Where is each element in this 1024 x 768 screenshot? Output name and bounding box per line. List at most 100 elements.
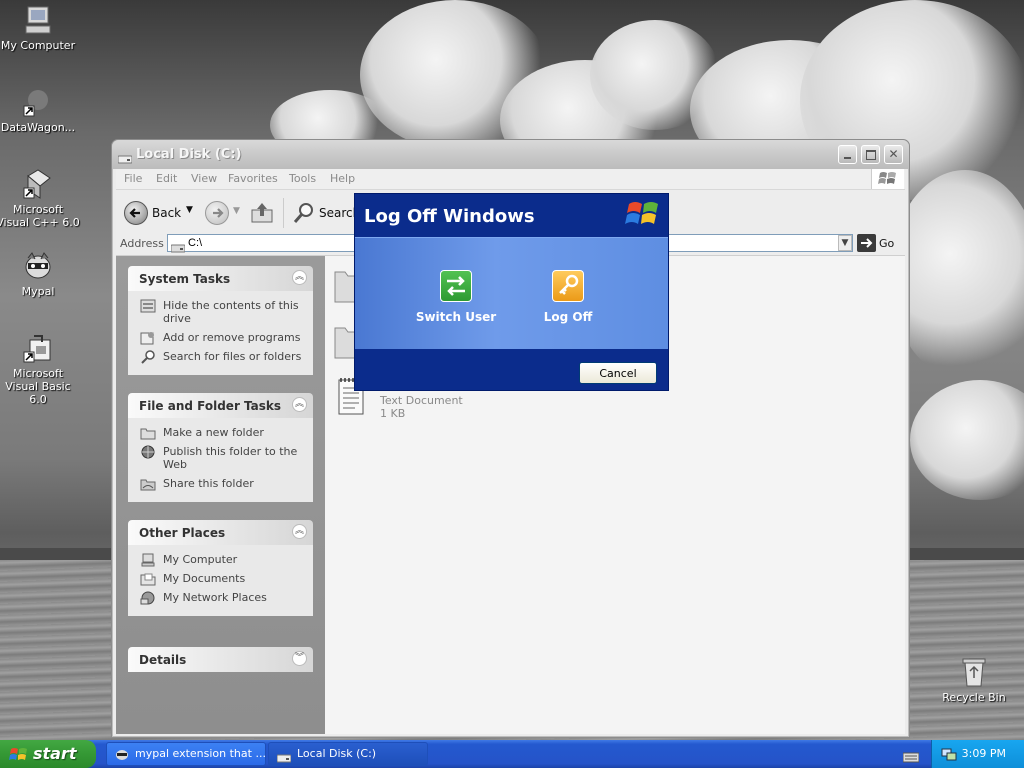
menu-tools[interactable]: Tools [289, 172, 316, 185]
details-header[interactable]: Details ︾ [128, 647, 313, 672]
other-places-header[interactable]: Other Places ︽ [128, 520, 313, 545]
task-label: Publish this folder to the Web [163, 445, 298, 471]
desktop-icon-visual-basic[interactable]: Microsoft Visual Basic 6.0 [0, 332, 80, 406]
chevron-up-icon[interactable]: ︽ [292, 397, 307, 412]
desktop-icon-visual-cpp[interactable]: Microsoft Visual C++ 6.0 [0, 168, 80, 229]
desktop-icon-my-computer[interactable]: My Computer [0, 4, 80, 52]
address-label: Address [120, 237, 164, 250]
file-folder-tasks-header[interactable]: File and Folder Tasks ︽ [128, 393, 313, 418]
new-folder-icon [140, 426, 156, 440]
forward-button[interactable] [205, 201, 229, 225]
explorer-title-bar[interactable]: Local Disk (C:) ✕ [112, 140, 909, 169]
task-label: Share this folder [163, 477, 254, 490]
cancel-button[interactable]: Cancel [579, 362, 657, 384]
desktop-icon-label: Recycle Bin [942, 691, 1006, 704]
mypal-icon [115, 747, 129, 761]
my-computer-icon [140, 553, 156, 567]
search-icon [140, 350, 156, 364]
go-button[interactable]: Go [879, 237, 894, 250]
menu-help[interactable]: Help [330, 172, 355, 185]
search-button[interactable]: Search [290, 199, 360, 229]
recycle-bin-icon [958, 656, 990, 688]
place-label: My Computer [163, 553, 238, 566]
task-make-new-folder[interactable]: Make a new folder [128, 426, 313, 440]
place-label: My Network Places [163, 591, 267, 604]
my-computer-icon [22, 4, 54, 36]
back-button[interactable]: Back ▼ [124, 200, 193, 226]
minimize-icon [844, 157, 851, 159]
desktop-icon-label: Microsoft Visual Basic 6.0 [5, 367, 71, 406]
back-arrow-icon [124, 201, 148, 225]
menu-bar: File Edit View Favorites Tools Help [116, 169, 905, 190]
switch-user-button[interactable]: Switch User [411, 270, 501, 324]
menu-edit[interactable]: Edit [156, 172, 177, 185]
up-folder-icon [251, 203, 273, 223]
desktop-icon-mypal[interactable]: Mypal [0, 250, 80, 298]
up-folder-button[interactable] [250, 200, 274, 224]
desktop-icon-datawagon[interactable]: DataWagon... [0, 86, 80, 134]
maximize-button[interactable] [861, 145, 880, 164]
close-button[interactable]: ✕ [884, 145, 903, 164]
system-tasks-header[interactable]: System Tasks ︽ [128, 266, 313, 291]
desktop-icon-recycle-bin[interactable]: Recycle Bin [932, 656, 1016, 704]
file-type: Text Document [380, 394, 463, 407]
windows-logo-icon [625, 199, 661, 231]
taskbar-item-local-disk[interactable]: Local Disk (C:) [268, 742, 428, 766]
my-documents-icon [140, 572, 156, 586]
minimize-button[interactable] [838, 145, 857, 164]
place-label: My Documents [163, 572, 246, 585]
task-search-files[interactable]: Search for files or folders [128, 350, 313, 364]
panel-title: File and Folder Tasks [139, 399, 282, 413]
go-arrow-icon[interactable] [857, 234, 876, 252]
drive-icon [276, 749, 292, 763]
network-tray-icon[interactable] [941, 746, 957, 762]
menu-view[interactable]: View [191, 172, 217, 185]
add-remove-programs-icon [140, 331, 156, 345]
drive-icon [170, 238, 186, 253]
start-button[interactable]: start [0, 740, 96, 768]
task-label: Add or remove programs [163, 331, 301, 344]
chevron-up-icon[interactable]: ︽ [292, 524, 307, 539]
taskbar-item-label: mypal extension that ... [135, 747, 266, 760]
panel-title: Other Places [139, 526, 226, 540]
log-off-button[interactable]: Log Off [523, 270, 613, 324]
menu-favorites[interactable]: Favorites [228, 172, 278, 185]
chevron-up-icon[interactable]: ︽ [292, 270, 307, 285]
maximize-icon [865, 150, 876, 160]
clock[interactable]: 3:09 PM [962, 747, 1006, 760]
system-tasks-panel: System Tasks ︽ Hide the contents of this… [128, 266, 313, 375]
taskbar-item-mypal[interactable]: mypal extension that ... [106, 742, 266, 766]
desktop-icon-label: Microsoft Visual C++ 6.0 [0, 203, 80, 229]
log-off-dialog: Log Off Windows Switch User Log Off Canc… [354, 193, 669, 391]
task-share-folder[interactable]: Share this folder [128, 477, 313, 491]
chevron-down-icon: ▼ [841, 238, 849, 248]
taskbar: start mypal extension that ... Local Dis… [0, 740, 1024, 768]
address-dropdown-button[interactable]: ▼ [838, 235, 852, 251]
switch-user-label: Switch User [415, 310, 497, 324]
menu-file[interactable]: File [124, 172, 142, 185]
task-hide-contents[interactable]: Hide the contents of this drive [128, 299, 313, 325]
panel-title: Details [139, 653, 187, 667]
task-add-remove-programs[interactable]: Add or remove programs [128, 331, 313, 345]
keyboard-icon[interactable] [902, 748, 920, 763]
switch-user-icon [440, 270, 472, 302]
place-my-network-places[interactable]: My Network Places [128, 591, 313, 605]
shortcut-icon [22, 86, 54, 118]
file-folder-tasks-panel: File and Folder Tasks ︽ Make a new folde… [128, 393, 313, 502]
start-label: start [33, 744, 77, 763]
panel-title: System Tasks [139, 272, 231, 286]
log-off-footer: Cancel [355, 349, 668, 390]
task-publish-folder[interactable]: Publish this folder to the Web [128, 445, 313, 471]
back-dropdown-icon: ▼ [186, 205, 193, 215]
chevron-down-icon[interactable]: ︾ [292, 651, 307, 666]
place-my-computer[interactable]: My Computer [128, 553, 313, 567]
desktop-icon-label: Mypal [21, 285, 55, 298]
toolbar-separator [283, 198, 284, 228]
place-my-documents[interactable]: My Documents [128, 572, 313, 586]
search-icon [292, 201, 316, 229]
log-off-label: Log Off [543, 310, 593, 324]
task-label: Hide the contents of this drive [163, 299, 299, 325]
mypal-icon [22, 250, 54, 282]
cloud [910, 380, 1024, 500]
task-pane: System Tasks ︽ Hide the contents of this… [116, 256, 325, 734]
